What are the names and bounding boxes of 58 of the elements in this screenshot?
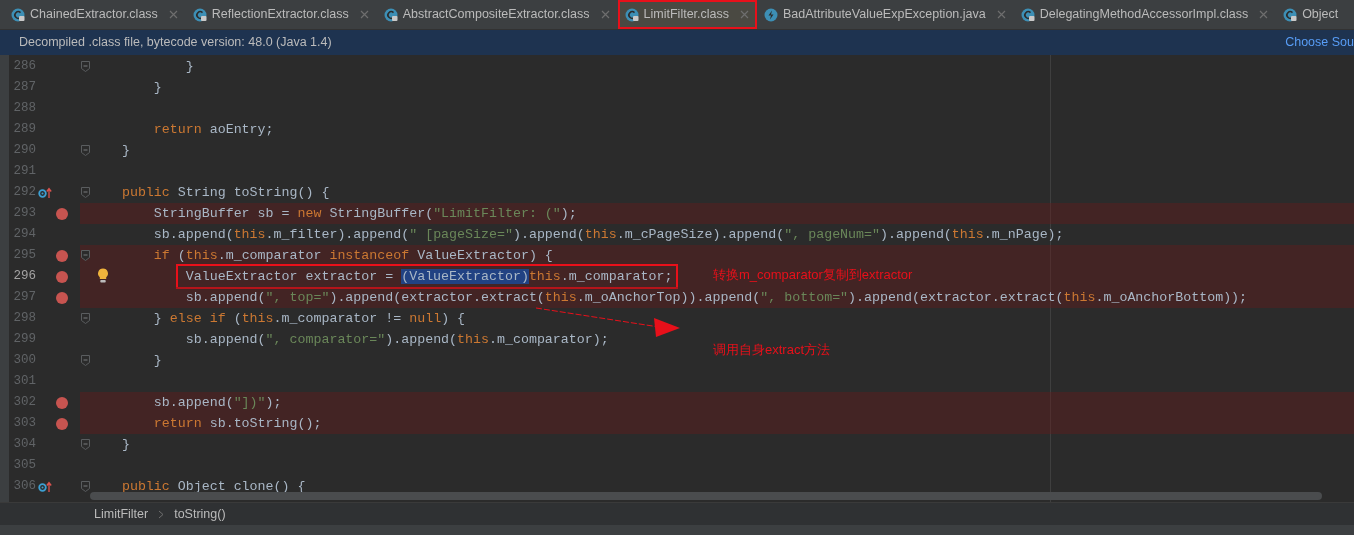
annotation-text: 转换m_comparator复制到extractor (713, 267, 913, 283)
line-number: 305 (12, 457, 36, 475)
line-number: 294 (12, 226, 36, 244)
line-number: 297 (12, 289, 36, 307)
line-number: 291 (12, 163, 36, 181)
close-icon[interactable] (359, 10, 369, 19)
line-number: 304 (12, 436, 36, 454)
line-number: 296 (12, 268, 36, 286)
code-line: sb.append("])"); (152, 394, 282, 412)
file-tab[interactable]: Object (1276, 0, 1347, 29)
close-icon[interactable] (600, 10, 610, 19)
code-line: if (this.m_comparator instanceof ValueExtractor) { (152, 247, 553, 265)
code-line: } (120, 436, 130, 454)
line-number: 288 (12, 100, 36, 118)
code-line: } (152, 79, 162, 97)
file-tab[interactable]: ReflectionExtractor.class (185, 0, 377, 29)
line-number: 290 (12, 142, 36, 160)
chevron-icon (158, 509, 165, 519)
file-tab[interactable]: BadAttributeValueExpException.java (757, 0, 1014, 29)
annotation-text: 调用自身extract方法 (713, 342, 830, 358)
line-number: 299 (12, 331, 36, 349)
code-line: } (152, 352, 162, 370)
file-tab[interactable]: AbstractCompositeExtractor.class (376, 0, 618, 29)
code-line: public String toString() { (120, 184, 330, 202)
line-number: 302 (12, 394, 36, 412)
close-icon[interactable] (168, 10, 178, 19)
line-number: 300 (12, 352, 36, 370)
line-number: 293 (12, 205, 36, 223)
line-number: 303 (12, 415, 36, 433)
lightbulb-icon[interactable] (97, 268, 109, 283)
line-number: 306 (12, 478, 36, 496)
close-icon[interactable] (996, 10, 1006, 19)
close-icon[interactable] (1259, 10, 1269, 19)
code-line: StringBuffer sb = new StringBuffer("LimitFilter: ("); (152, 205, 577, 223)
code-line: } (184, 58, 194, 76)
line-number: 292 (12, 184, 36, 202)
line-number: 301 (12, 373, 36, 391)
code-line: return sb.toString(); (152, 415, 322, 433)
code-line: sb.append(", top=").append(extractor.extract(this.m_oAnchorTop)).append(", bottom=").append(extractor.extract(this.m_oAnchorBottom)); (184, 289, 1248, 307)
breadcrumb-item[interactable]: toString() (174, 504, 226, 524)
code-line: sb.append(this.m_filter).append(" [pageSize=").append(this.m_cPageSize).append(", pageNum=").append(this.m_nPage); (152, 226, 1064, 244)
line-number: 286 (12, 58, 36, 76)
code-line: return aoEntry; (152, 121, 274, 139)
banner-link[interactable]: Choose Sou (1285, 33, 1354, 52)
code-line: } (120, 142, 130, 160)
file-tab[interactable]: LimitFilter.class (617, 0, 757, 29)
banner-text: Decompiled .class file, bytecode version: 48.0 (Java 1.4) (19, 34, 332, 52)
breadcrumb-item[interactable]: LimitFilter (94, 504, 149, 524)
file-tab[interactable]: DelegatingMethodAccessorImpl.class (1013, 0, 1277, 29)
line-number: 287 (12, 79, 36, 97)
line-number: 289 (12, 121, 36, 139)
close-icon[interactable] (740, 10, 749, 19)
file-tab[interactable]: ChainedExtractor.class (4, 0, 186, 29)
code-line: sb.append(", comparator=").append(this.m_comparator); (184, 331, 609, 349)
code-line: } else if (this.m_comparator != null) { (152, 310, 466, 328)
line-number: 298 (12, 310, 36, 328)
horizontal-scrollbar[interactable] (90, 492, 1322, 500)
line-number: 295 (12, 247, 36, 265)
